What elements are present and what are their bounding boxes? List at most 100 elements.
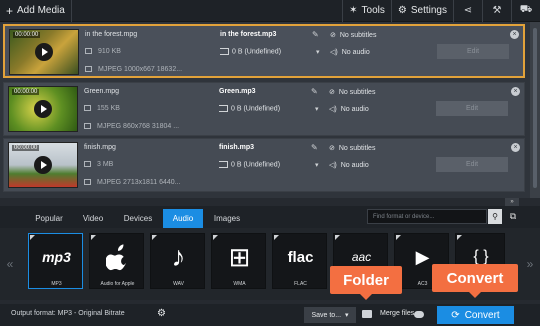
source-file-codec: MJPEG 2713x1811 6440...	[84, 179, 181, 186]
output-dropdown-icon[interactable]: ▾	[315, 161, 319, 169]
format-label: WAV	[173, 281, 184, 287]
source-file-codec: MJPEG 860x768 31804 ...	[84, 123, 179, 130]
video-thumbnail[interactable]: 00:00:00	[8, 86, 78, 132]
output-file-size: 0 B (Undefined)	[219, 161, 280, 168]
video-thumbnail[interactable]: 00:00:00	[9, 29, 79, 75]
share-icon: ⋖	[463, 5, 473, 16]
file-list-scrollbar[interactable]	[530, 22, 540, 198]
divider	[70, 0, 72, 22]
bottom-bar: Output format: MP3 - Original Bitrate ⚙ …	[0, 304, 540, 326]
play-icon[interactable]	[34, 156, 52, 174]
file-row[interactable]: 00:00:00 Green.mpg 155 KB MJPEG 860x768 …	[3, 82, 525, 136]
folder-callout: Folder	[330, 266, 402, 300]
file-row[interactable]: 00:00:00 finish.mpg 3 MB MJPEG 2713x1811…	[3, 138, 525, 192]
output-format-label: Output format: MP3 - Original Bitrate	[11, 310, 125, 317]
source-file-name: Green.mpg	[84, 88, 120, 95]
video-icon	[85, 66, 92, 73]
save-to-dropdown[interactable]: Save to... ▾	[304, 307, 356, 323]
video-thumbnail[interactable]: 00:00:00	[8, 142, 78, 188]
format-label: FLAC	[294, 281, 307, 287]
output-arrow-icon	[219, 105, 228, 112]
convert-button[interactable]: ⟳ Convert	[437, 306, 514, 324]
thumbnail-timecode: 00:00:00	[13, 32, 41, 38]
output-file-name: in the forest.mp3	[220, 31, 277, 38]
tab-images[interactable]: Images	[207, 209, 247, 228]
convert-callout: Convert	[432, 264, 518, 298]
speaker-icon: ◁)	[330, 49, 338, 56]
output-settings-gear-icon[interactable]: ⚙	[157, 308, 166, 319]
speaker-icon: ◁)	[329, 106, 337, 113]
tab-audio[interactable]: Audio	[163, 209, 203, 228]
audio-selector[interactable]: ◁) No audio	[330, 48, 370, 56]
format-label: Audio for Apple	[100, 281, 135, 287]
output-file-size: 0 B (Undefined)	[219, 105, 280, 112]
subtitles-selector[interactable]: ⊘ No subtitles	[330, 31, 376, 39]
file-icon	[85, 48, 92, 55]
format-search-input[interactable]: Find format or device...	[367, 209, 487, 224]
play-icon[interactable]	[34, 100, 52, 118]
scrollbar-thumb[interactable]	[533, 28, 537, 188]
settings-button[interactable]: ⚙ Settings	[392, 0, 453, 22]
format-label: WMA	[233, 281, 246, 287]
wrench-button[interactable]: ⚒	[483, 0, 511, 22]
subtitles-icon: ⊘	[329, 89, 335, 96]
search-icon[interactable]: ⚲	[488, 209, 502, 224]
file-icon	[84, 161, 91, 168]
cart-icon: ⛟	[519, 4, 533, 15]
remove-file-icon[interactable]: ×	[510, 30, 519, 39]
rename-pencil-icon[interactable]: ✎	[312, 30, 319, 39]
remove-file-icon[interactable]: ×	[511, 87, 520, 96]
format-flac[interactable]: flac FLAC	[272, 233, 327, 289]
tab-devices[interactable]: Devices	[117, 209, 159, 228]
device-detect-icon[interactable]: ⧉	[506, 209, 520, 224]
app-window: + Add Media ✶ Tools ⚙ Settings ⋖ ⚒ ⛟ 00:…	[0, 0, 540, 326]
rename-pencil-icon[interactable]: ✎	[311, 87, 318, 96]
folder-icon[interactable]	[362, 310, 372, 318]
edit-button[interactable]: Edit	[437, 44, 509, 59]
rename-pencil-icon[interactable]: ✎	[311, 143, 318, 152]
speaker-icon: ◁)	[329, 162, 337, 169]
collapse-panel-icon[interactable]: »	[505, 198, 519, 206]
format-audio-for-apple[interactable]: Audio for Apple	[89, 233, 144, 289]
apple-icon	[90, 237, 145, 277]
edit-button[interactable]: Edit	[436, 101, 508, 116]
tools-button[interactable]: ✶ Tools	[343, 0, 391, 22]
audio-selector[interactable]: ◁) No audio	[329, 161, 369, 169]
file-row[interactable]: 00:00:00 in the forest.mpg 910 KB MJPEG …	[3, 24, 525, 78]
video-icon	[84, 179, 91, 186]
output-arrow-icon	[219, 161, 228, 168]
wrench-icon: ⚒	[492, 5, 502, 16]
thumbnail-timecode: 00:00:00	[12, 89, 40, 95]
tab-video[interactable]: Video	[74, 209, 112, 228]
output-file-size: 0 B (Undefined)	[220, 48, 281, 55]
file-icon	[84, 105, 91, 112]
plus-icon: +	[6, 3, 14, 18]
add-media-button[interactable]: + Add Media	[0, 0, 71, 22]
subtitles-selector[interactable]: ⊘ No subtitles	[329, 88, 375, 96]
convert-icon: ⟳	[451, 309, 460, 321]
remove-file-icon[interactable]: ×	[511, 143, 520, 152]
tools-label: Tools	[361, 5, 385, 16]
subtitles-selector[interactable]: ⊘ No subtitles	[329, 144, 375, 152]
output-dropdown-icon[interactable]: ▾	[315, 105, 319, 113]
output-dropdown-icon[interactable]: ▾	[316, 48, 320, 56]
output-file-name: Green.mp3	[219, 88, 256, 95]
source-file-name: finish.mpg	[84, 144, 116, 151]
format-mp3[interactable]: mp3 MP3	[28, 233, 83, 289]
tab-popular[interactable]: Popular	[29, 209, 69, 228]
edit-button[interactable]: Edit	[436, 157, 508, 172]
output-arrow-icon	[220, 48, 229, 55]
merge-files-label: Merge files	[380, 310, 415, 317]
format-wav[interactable]: ♪ WAV	[150, 233, 205, 289]
gallery-prev-icon[interactable]: «	[2, 228, 18, 300]
cart-button[interactable]: ⛟	[512, 0, 540, 22]
format-wma[interactable]: ⊞ WMA	[211, 233, 266, 289]
merge-files-toggle[interactable]	[414, 311, 424, 318]
gear-icon: ⚙	[397, 5, 407, 16]
thumbnail-timecode: 00:00:00	[12, 145, 40, 151]
gallery-next-icon[interactable]: »	[522, 228, 538, 300]
share-button[interactable]: ⋖	[454, 0, 482, 22]
play-icon[interactable]	[35, 43, 53, 61]
audio-selector[interactable]: ◁) No audio	[329, 105, 369, 113]
add-media-label: Add Media	[17, 5, 65, 16]
